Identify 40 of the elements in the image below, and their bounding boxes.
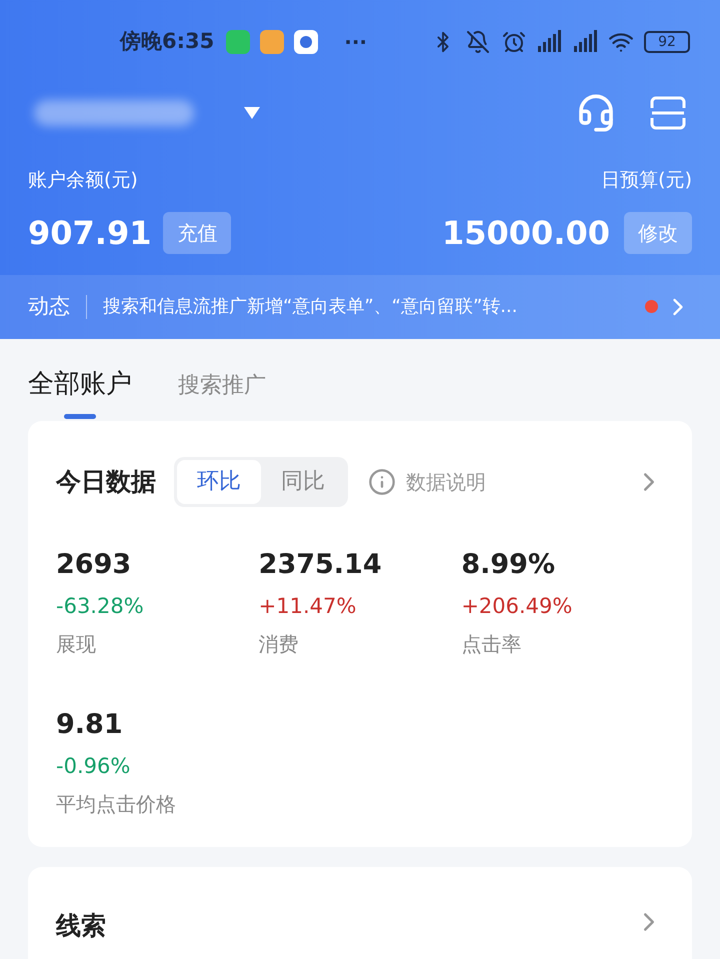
bell-off-icon [466, 30, 490, 54]
alarm-icon [502, 30, 526, 54]
data-explanation-link[interactable]: 数据说明 [406, 466, 486, 496]
scan-icon[interactable] [650, 96, 686, 130]
metric-value: 9.81 [56, 708, 124, 742]
dropdown-caret-icon[interactable] [244, 107, 260, 119]
comparison-option[interactable]: 同比 [261, 460, 345, 504]
metric-change: +11.47% [258, 593, 358, 620]
metric-value: 8.99% [461, 548, 556, 582]
metric-label: 消费 [258, 630, 300, 658]
budget-value: 15000.00 [442, 212, 610, 254]
metric-value: 2375.14 [258, 548, 383, 582]
metric-value: 2693 [56, 548, 132, 582]
account-name-blurred[interactable] [34, 100, 194, 126]
leads-card[interactable]: 线索 [28, 866, 692, 959]
metric-change: -0.96% [56, 753, 132, 780]
news-bar[interactable]: 动态 搜索和信息流推广新增“意向表单”、“意向留联”转... [0, 274, 720, 338]
metric-label: 点击率 [461, 630, 522, 658]
edit-budget-button[interactable]: 修改 [624, 212, 692, 254]
metric-change: -63.28% [56, 593, 145, 620]
more-notifications: ··· [344, 29, 368, 56]
account-tab[interactable]: 全部账户 [28, 364, 132, 420]
budget-label: 日预算(元) [601, 168, 692, 193]
app-icon [294, 30, 318, 54]
info-icon[interactable] [368, 468, 396, 496]
recharge-button[interactable]: 充值 [163, 212, 232, 254]
customer-service-icon[interactable] [576, 93, 616, 133]
news-text: 搜索和信息流推广新增“意向表单”、“意向留联”转... [103, 295, 518, 319]
news-label: 动态 [28, 292, 70, 320]
balance-label: 账户余额(元) [28, 168, 139, 193]
card-title: 线索 [56, 910, 106, 942]
balance-value: 907.91 [28, 212, 152, 254]
metric-label: 展现 [56, 630, 97, 658]
status-time: 傍晚6:35 [120, 28, 214, 56]
battery-indicator: 92 [644, 31, 690, 53]
comparison-option[interactable]: 环比 [177, 460, 261, 504]
account-tab[interactable]: 搜索推广 [178, 364, 266, 420]
metric-label: 平均点击价格 [56, 790, 177, 818]
card-title: 今日数据 [56, 466, 156, 498]
metric-change: +206.49% [461, 593, 574, 620]
